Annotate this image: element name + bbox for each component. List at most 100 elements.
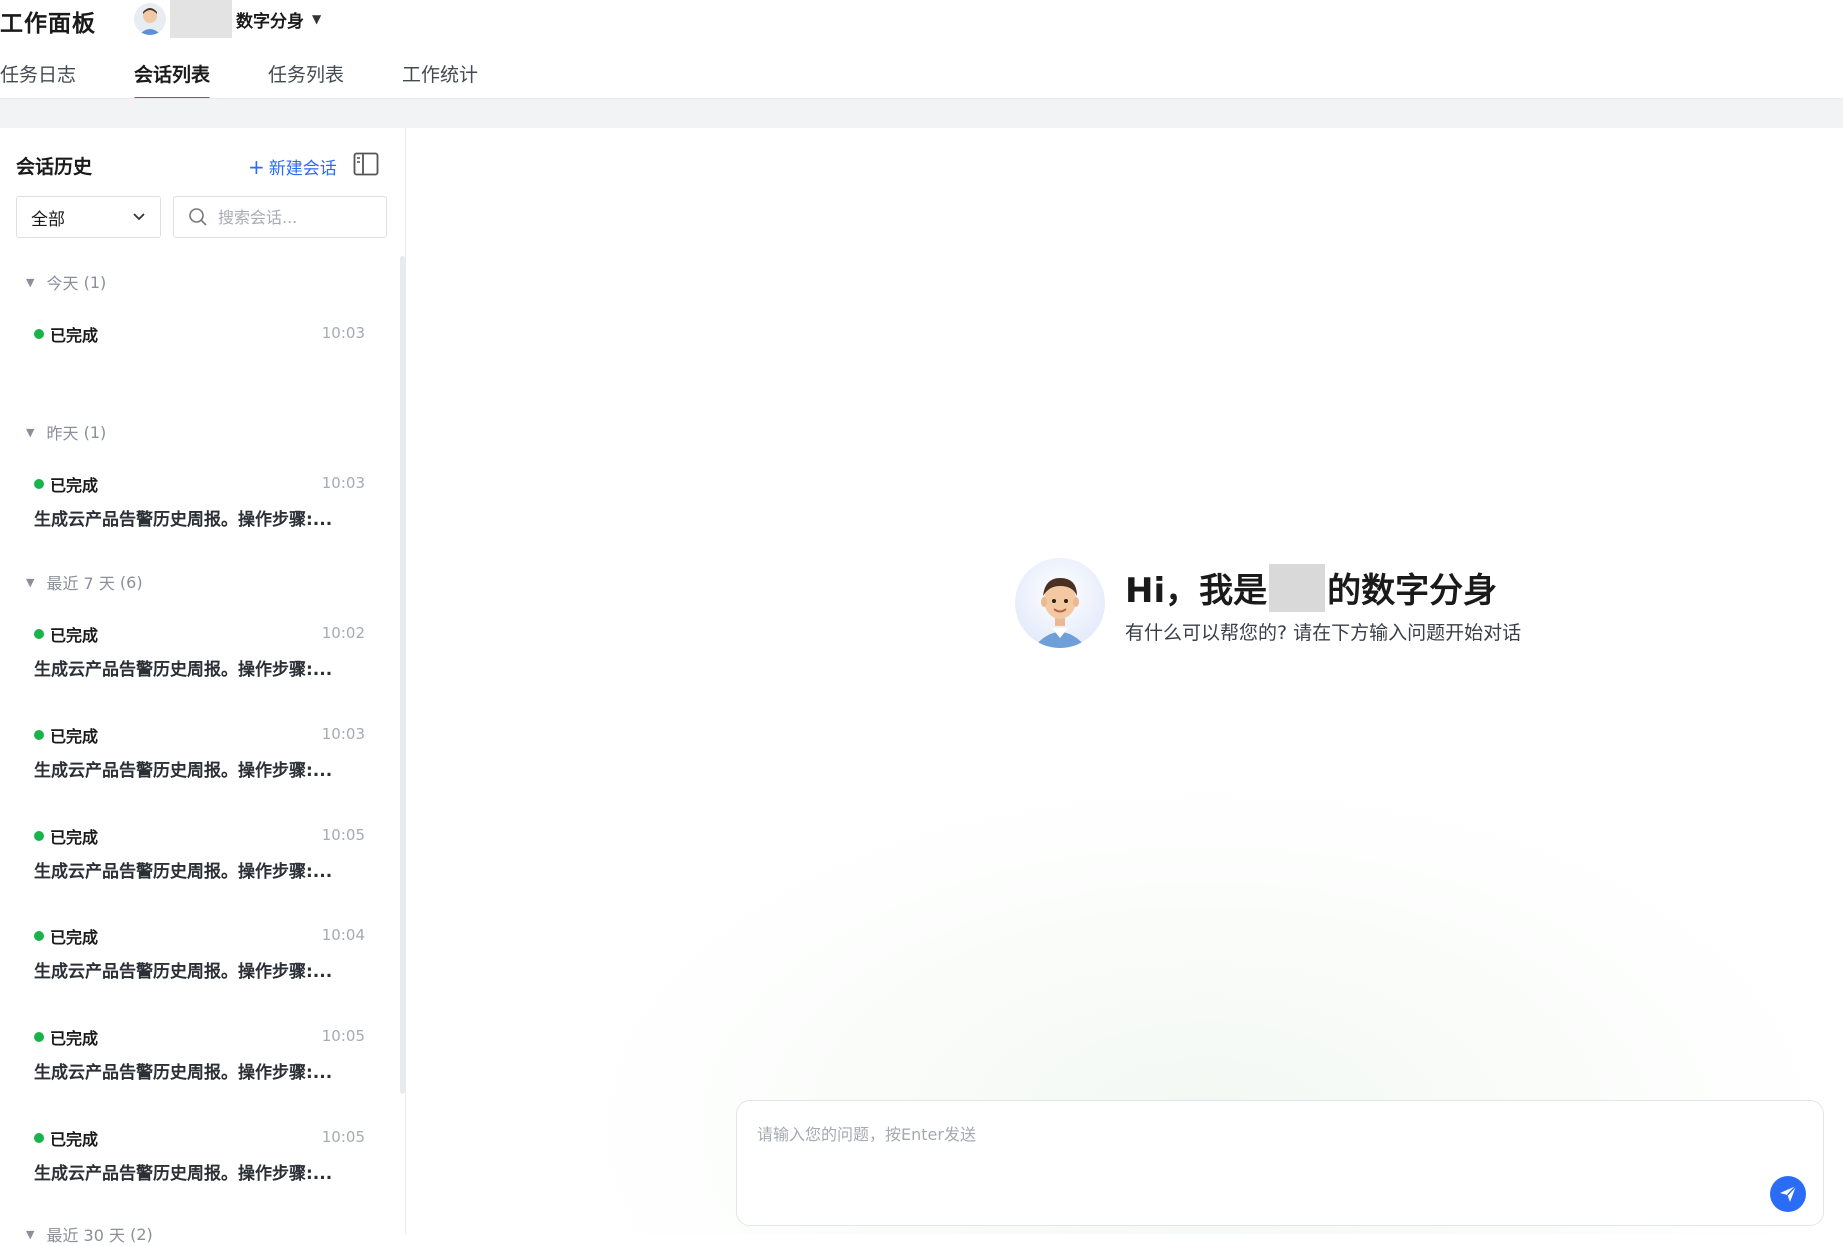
sidebar-header: 会话历史 + 新建会话: [16, 150, 386, 180]
triangle-down-icon: ▼: [26, 275, 35, 289]
status-label: 已完成: [34, 924, 98, 948]
status-dot: [34, 329, 44, 339]
new-chat-button[interactable]: + 新建会话: [248, 154, 337, 179]
session-time: 10:03: [321, 474, 365, 492]
session-item[interactable]: 已完成 10:03 生成云产品告警历史周报。操作步骤:...: [30, 723, 365, 803]
status-label: 已完成: [34, 622, 98, 646]
triangle-down-icon: ▼: [26, 1227, 35, 1241]
status-label: 已完成: [34, 1126, 98, 1150]
status-label: 已完成: [34, 723, 98, 747]
group-header-today[interactable]: ▼ 今天 (1): [26, 270, 106, 294]
new-chat-label: 新建会话: [268, 159, 337, 179]
tab-work-stats[interactable]: 工作统计: [402, 60, 478, 100]
session-item[interactable]: 已完成 10:02 生成云产品告警历史周报。操作步骤:...: [30, 622, 365, 702]
filter-value: 全部: [31, 209, 65, 230]
session-time: 10:02: [321, 624, 365, 642]
status-text: 已完成: [50, 928, 99, 947]
group-label: 今天: [46, 274, 79, 293]
triangle-down-icon: ▼: [26, 425, 35, 439]
session-time: 10:04: [321, 926, 365, 944]
greeting-subtitle: 有什么可以帮您的? 请在下方输入问题开始对话: [1125, 622, 1522, 644]
group-header-last-30-days[interactable]: ▼ 最近 30 天 (2): [26, 1222, 153, 1246]
status-label: 已完成: [34, 322, 98, 346]
status-dot: [34, 629, 44, 639]
status-dot: [34, 1032, 44, 1042]
send-button[interactable]: [1770, 1176, 1806, 1212]
app-title: 工作面板: [0, 11, 96, 37]
session-filter-select[interactable]: 全部: [16, 196, 161, 238]
group-count: (1): [83, 272, 107, 292]
session-desc: 生成云产品告警历史周报。操作步骤:...: [34, 962, 333, 982]
redacted-name: [170, 0, 232, 38]
tab-task-list[interactable]: 任务列表: [268, 60, 344, 100]
group-label: 最近 7 天: [46, 574, 115, 593]
redacted-name: [1269, 563, 1326, 612]
session-desc: 生成云产品告警历史周报。操作步骤:...: [34, 1164, 333, 1184]
status-text: 已完成: [50, 727, 99, 746]
session-item[interactable]: 已完成 10:03 生成云产品告警历史周报。操作步骤:...: [30, 472, 365, 552]
status-label: 已完成: [34, 1025, 98, 1049]
status-text: 已完成: [50, 476, 99, 495]
session-time: 10:05: [321, 1027, 365, 1045]
session-item[interactable]: 已完成 10:05 生成云产品告警历史周报。操作步骤:...: [30, 1126, 365, 1206]
session-time: 10:03: [321, 725, 365, 743]
status-dot: [34, 1133, 44, 1143]
status-dot: [34, 730, 44, 740]
group-header-yesterday[interactable]: ▼ 昨天 (1): [26, 420, 106, 444]
status-text: 已完成: [50, 1029, 99, 1048]
status-dot: [34, 931, 44, 941]
greeting-title: Hi，我是 的数字分身: [1125, 563, 1497, 612]
status-label: 已完成: [34, 472, 98, 496]
search-input[interactable]: [218, 207, 368, 227]
caret-down-icon[interactable]: ▼: [312, 12, 321, 26]
send-icon: [1780, 1185, 1797, 1202]
session-item[interactable]: 已完成 10:05 生成云产品告警历史周报。操作步骤:...: [30, 824, 365, 904]
group-label: 最近 30 天: [46, 1226, 126, 1245]
sidebar-collapse-icon[interactable]: [353, 152, 379, 176]
header-divider: [0, 98, 1843, 128]
session-time: 10:05: [321, 1128, 365, 1146]
greeting-suffix: 的数字分身: [1327, 571, 1498, 611]
triangle-down-icon: ▼: [26, 575, 35, 589]
session-search-box[interactable]: [173, 196, 387, 238]
message-input[interactable]: [757, 1121, 1737, 1181]
status-text: 已完成: [50, 326, 99, 345]
status-text: 已完成: [50, 1130, 99, 1149]
group-label: 昨天: [46, 424, 79, 443]
search-icon: [189, 208, 207, 226]
digital-twin-avatar: [1015, 558, 1105, 648]
status-label: 已完成: [34, 824, 98, 848]
sidebar-scrollbar[interactable]: [400, 256, 405, 1094]
status-dot: [34, 831, 44, 841]
group-count: (6): [119, 572, 143, 592]
tab-task-log[interactable]: 任务日志: [0, 60, 76, 100]
session-desc: 生成云产品告警历史周报。操作步骤:...: [34, 761, 333, 781]
sidebar-title: 会话历史: [16, 156, 93, 178]
session-desc: 生成云产品告警历史周报。操作步骤:...: [34, 510, 333, 530]
greeting-prefix: Hi，我是: [1125, 571, 1268, 611]
persona-avatar: [134, 3, 166, 35]
greeting-block: Hi，我是 的数字分身 有什么可以帮您的? 请在下方输入问题开始对话: [1015, 558, 1575, 658]
chat-main: Hi，我是 的数字分身 有什么可以帮您的? 请在下方输入问题开始对话: [407, 128, 1843, 1234]
group-header-last-7-days[interactable]: ▼ 最近 7 天 (6): [26, 570, 143, 594]
session-item[interactable]: 已完成 10:03: [30, 322, 365, 402]
session-desc: 生成云产品告警历史周报。操作步骤:...: [34, 1063, 333, 1083]
tab-session-list[interactable]: 会话列表: [134, 60, 211, 100]
session-item[interactable]: 已完成 10:04 生成云产品告警历史周报。操作步骤:...: [30, 924, 365, 1004]
plus-icon: +: [248, 155, 265, 179]
status-dot: [34, 479, 44, 489]
session-time: 10:05: [321, 826, 365, 844]
session-time: 10:03: [321, 324, 365, 342]
chevron-down-icon: [133, 213, 145, 221]
session-item[interactable]: 已完成 10:05 生成云产品告警历史周报。操作步骤:...: [30, 1025, 365, 1105]
persona-name: 数字分身: [236, 11, 304, 32]
session-desc: 生成云产品告警历史周报。操作步骤:...: [34, 660, 333, 680]
session-sidebar: 会话历史 +新建会话 全部 ▼ 今天 (1) 已完成 10: [0, 128, 406, 1245]
persona-switcher[interactable]: 数字分身 ▼: [134, 0, 321, 38]
session-desc: 生成云产品告警历史周报。操作步骤:...: [34, 862, 333, 882]
tab-bar: 任务日志 会话列表 任务列表 工作统计: [0, 60, 536, 100]
group-count: (1): [83, 422, 107, 442]
group-count: (2): [130, 1224, 153, 1244]
status-text: 已完成: [50, 828, 99, 847]
message-composer: [736, 1100, 1824, 1226]
